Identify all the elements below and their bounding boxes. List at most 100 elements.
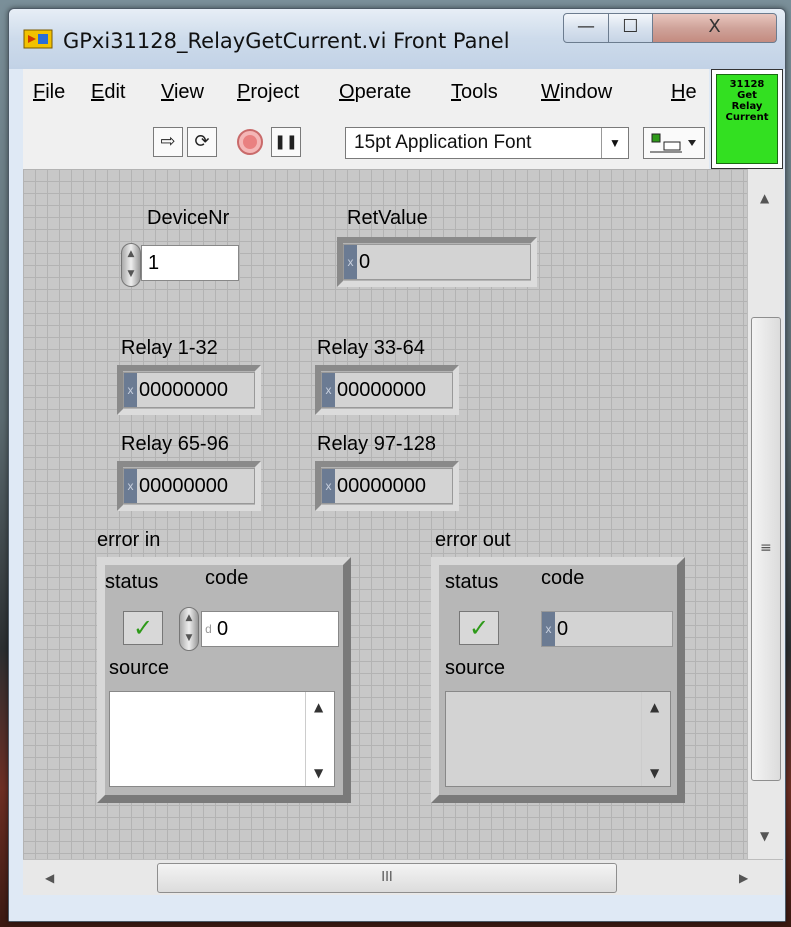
error-out-cluster: status code ✓ x0 source ▲ ▼ [431,557,685,803]
radix-indicator: x [124,373,137,407]
minimize-button[interactable]: — [563,13,609,43]
menu-operate[interactable]: Operate [339,81,411,104]
checkmark-icon: ✓ [468,614,490,642]
scroll-left-icon[interactable]: ◀ [45,871,54,885]
labview-vi-icon [23,29,53,49]
relay-33-64-frame: x 00000000 [315,365,459,415]
menu-view[interactable]: View [161,81,204,104]
pause-icon: ❚❚ [274,134,298,150]
close-icon: X [708,16,721,37]
abort-button[interactable] [235,127,265,157]
scroll-down-icon[interactable]: ▼ [650,766,659,780]
scroll-up-icon[interactable]: ▲ [760,191,769,205]
run-continuously-icon: ⟳ [194,131,210,152]
menu-window[interactable]: Window [541,81,612,104]
relay-65-96-indicator: x 00000000 [123,468,255,504]
error-in-code-value: 0 [217,618,229,640]
ret-value-indicator: x0 [343,244,531,280]
relay-1-32-label: Relay 1-32 [121,337,218,359]
vi-icon-line: Current [725,112,769,123]
vi-connector-icon[interactable]: 31128 Get Relay Current [711,69,783,169]
error-out-code-indicator: x0 [541,611,673,647]
menu-tools[interactable]: Tools [451,81,498,104]
checkmark-icon: ✓ [132,614,154,642]
error-in-status-label: status [105,571,159,593]
error-in-source-textbox[interactable]: ▲ ▼ [109,691,335,787]
radix-indicator: x [542,612,555,646]
font-dropdown[interactable]: 15pt Application Font ▼ [345,127,629,159]
error-out-source-label: source [445,657,506,679]
font-dropdown-value: 15pt Application Font [354,132,532,153]
front-panel-window: GPxi31128_RelayGetCurrent.vi Front Panel… [8,8,786,922]
vi-icon-line: Relay [731,101,763,112]
error-out-status-label: status [445,571,499,593]
error-out-label: error out [435,529,511,551]
relay-65-96-label: Relay 65-96 [121,433,229,455]
ret-value-text: 0 [359,251,371,273]
menu-file[interactable]: File [33,81,65,104]
relay-65-96-frame: x 00000000 [117,461,261,511]
relay-97-128-value: 00000000 [337,475,426,497]
error-out-status-indicator: ✓ [459,611,499,645]
relay-65-96-value: 00000000 [139,475,228,497]
run-continuously-button[interactable]: ⟳ [187,127,217,157]
radix-indicator: d [205,622,212,636]
scroll-down-icon[interactable]: ▼ [760,829,769,843]
maximize-button[interactable]: ☐ [609,13,653,43]
relay-1-32-value: 00000000 [139,379,228,401]
align-objects-button[interactable] [643,127,705,159]
menu-bar: File Edit View Project Operate Tools Win… [23,69,709,118]
maximize-icon: ☐ [622,16,639,37]
window-bottom-border [9,895,785,921]
vi-icon-line: 31128 [729,79,765,90]
window-title: GPxi31128_RelayGetCurrent.vi Front Panel [63,29,510,53]
ret-value-label: RetValue [347,207,428,229]
error-in-code-label: code [205,567,249,589]
close-button[interactable]: X [653,13,777,43]
radix-indicator: x [124,469,137,503]
error-in-label: error in [97,529,161,551]
relay-1-32-frame: x 00000000 [117,365,261,415]
menu-edit[interactable]: Edit [91,81,125,104]
device-nr-stepper[interactable]: ▲ ▼ [121,243,141,287]
scroll-down-icon[interactable]: ▼ [314,766,323,780]
scroll-right-icon[interactable]: ▶ [739,871,748,885]
menu-help[interactable]: He [671,81,697,104]
abort-stop-icon [237,129,263,155]
title-bar[interactable]: GPxi31128_RelayGetCurrent.vi Front Panel… [9,9,785,69]
radix-indicator: x [322,373,335,407]
error-in-source-scrollbar[interactable]: ▲ ▼ [305,692,334,786]
grip-icon: III [381,870,393,885]
horizontal-scrollbar[interactable]: ◀ III ▶ [23,859,783,896]
vertical-scrollbar[interactable]: ▲ ≡ ▼ [747,169,784,859]
device-nr-label: DeviceNr [147,207,230,229]
horizontal-scroll-thumb[interactable]: III [157,863,617,893]
radix-indicator: x [322,469,335,503]
error-out-source-textbox: ▲ ▼ [445,691,671,787]
grip-icon: ≡ [760,540,772,556]
device-nr-input[interactable]: 1 [141,245,239,281]
error-out-code-label: code [541,567,585,589]
error-in-cluster: status code ✓ ▲ ▼ d0 source ▲ ▼ [97,557,351,803]
minimize-icon: — [577,16,595,37]
error-in-code-stepper[interactable]: ▲ ▼ [179,607,199,651]
pause-button[interactable]: ❚❚ [271,127,301,157]
menu-project[interactable]: Project [237,81,299,104]
relay-1-32-indicator: x 00000000 [123,372,255,408]
toolbar: ⇨ ⟳ ❚❚ 15pt Application Font ▼ [23,117,709,170]
ret-value-frame: x0 [337,237,537,287]
run-arrow-icon: ⇨ [160,131,176,152]
relay-97-128-indicator: x 00000000 [321,468,453,504]
error-in-code-input[interactable]: d0 [201,611,339,647]
scroll-up-icon[interactable]: ▲ [314,700,323,714]
error-in-source-label: source [109,657,170,679]
scroll-up-icon[interactable]: ▲ [650,700,659,714]
chevron-down-icon: ▼ [601,128,628,158]
run-button[interactable]: ⇨ [153,127,183,157]
relay-33-64-value: 00000000 [337,379,426,401]
error-in-status-checkbox[interactable]: ✓ [123,611,163,645]
vertical-scroll-thumb[interactable]: ≡ [751,317,781,781]
relay-33-64-indicator: x 00000000 [321,372,453,408]
error-out-source-scrollbar[interactable]: ▲ ▼ [641,692,670,786]
relay-97-128-label: Relay 97-128 [317,433,436,455]
